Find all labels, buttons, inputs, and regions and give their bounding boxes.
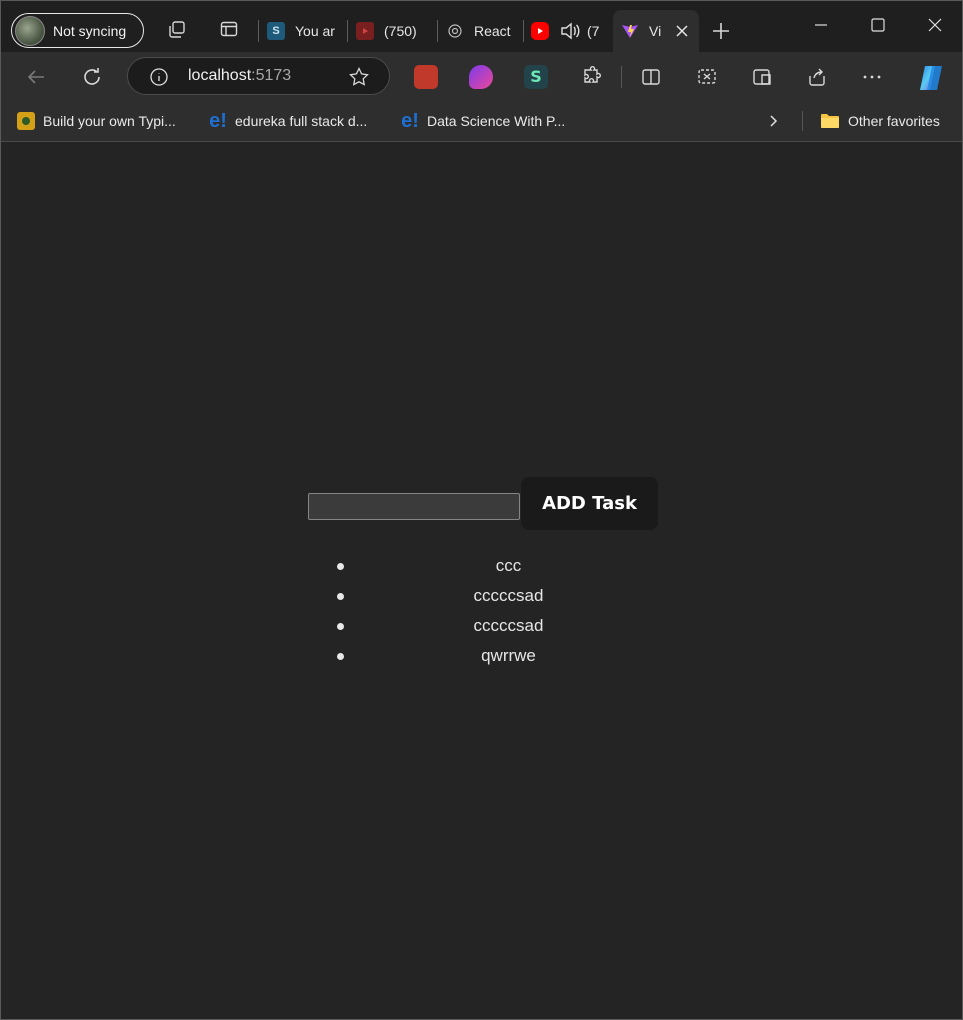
- workspaces-icon[interactable]: [167, 19, 187, 39]
- bookmark-typing[interactable]: Build your own Typi...: [17, 109, 176, 133]
- youtube-icon: [531, 22, 549, 40]
- tab-youtube-750[interactable]: (750): [356, 13, 434, 49]
- openai-icon: [446, 22, 464, 40]
- back-arrow-icon[interactable]: [25, 66, 47, 88]
- tab-vite-active[interactable]: Vi: [613, 10, 699, 52]
- more-options-icon[interactable]: [861, 66, 883, 88]
- tab-label: React: [474, 23, 511, 39]
- list-item: cccccsad: [337, 581, 681, 611]
- task-text: cccccsad: [473, 616, 544, 635]
- task-text: qwrrwe: [481, 646, 536, 665]
- close-tab-icon[interactable]: [675, 24, 689, 38]
- other-favorites-folder[interactable]: Other favorites: [820, 109, 940, 133]
- browser-window: Not syncing S You ar (750) React (7 Vi l…: [0, 0, 963, 1020]
- tab-bar: Not syncing S You ar (750) React (7 Vi: [1, 1, 962, 52]
- maximize-icon[interactable]: [868, 15, 888, 35]
- tab-label: (750): [384, 23, 417, 39]
- favorites-bar: Build your own Typi... e! edureka full s…: [1, 102, 962, 142]
- task-text: ccc: [495, 556, 522, 575]
- new-tab-icon[interactable]: [711, 21, 731, 41]
- web-capture-icon[interactable]: [696, 66, 718, 88]
- share-icon[interactable]: [806, 66, 828, 88]
- task-text: cccccsad: [473, 586, 544, 605]
- bookmark-label: Data Science With P...: [427, 113, 566, 129]
- extension-p-icon[interactable]: [469, 65, 493, 89]
- bookmarks-separator: [802, 111, 803, 131]
- tab-react[interactable]: React: [446, 13, 518, 49]
- edureka-icon: e!: [209, 109, 227, 132]
- bookmark-label: edureka full stack d...: [235, 113, 368, 129]
- extension-paw-icon[interactable]: [414, 65, 438, 89]
- tab-label: (7: [587, 23, 600, 39]
- tab-sonarqube[interactable]: S You ar: [267, 13, 341, 49]
- extensions-puzzle-icon[interactable]: [580, 66, 602, 88]
- tab-separator: [523, 20, 524, 42]
- tab-actions-icon[interactable]: [219, 19, 239, 39]
- tab-separator: [258, 20, 259, 42]
- url-host: localhost: [188, 67, 252, 84]
- navigation-toolbar: localhost:5173 S: [1, 52, 962, 102]
- task-list: ccc cccccsad cccccsad qwrrwe: [337, 551, 681, 671]
- page-content: ADD Task ccc cccccsad cccccsad qwrrwe: [1, 143, 962, 1019]
- youtube-icon: [356, 22, 374, 40]
- tab-separator: [437, 20, 438, 42]
- speaker-icon[interactable]: [559, 21, 581, 41]
- list-item: qwrrwe: [337, 641, 681, 671]
- info-icon[interactable]: [149, 67, 169, 87]
- list-item: ccc: [337, 551, 681, 581]
- copilot-icon[interactable]: [916, 63, 946, 93]
- edureka-icon: e!: [401, 109, 419, 132]
- tab-separator: [347, 20, 348, 42]
- s-logo-icon: S: [267, 22, 285, 40]
- split-screen-icon[interactable]: [640, 66, 662, 88]
- refresh-icon[interactable]: [81, 66, 103, 88]
- favorite-star-icon[interactable]: [348, 66, 370, 88]
- add-task-button[interactable]: ADD Task: [521, 477, 658, 530]
- toolbar-separator: [621, 66, 622, 88]
- tab-label: You ar: [295, 23, 335, 39]
- profile-button[interactable]: Not syncing: [11, 13, 144, 48]
- tab-youtube-audio[interactable]: (7: [531, 13, 611, 49]
- close-window-icon[interactable]: [925, 15, 945, 35]
- collections-icon[interactable]: [751, 66, 773, 88]
- task-input[interactable]: [308, 493, 520, 520]
- extension-s-icon[interactable]: S: [524, 65, 548, 89]
- tab-label: Vi: [649, 23, 662, 39]
- address-bar[interactable]: localhost:5173: [127, 57, 390, 95]
- avatar: [15, 15, 45, 46]
- profile-label: Not syncing: [53, 22, 127, 39]
- typing-site-icon: [17, 112, 35, 130]
- chevron-right-icon[interactable]: [765, 113, 781, 129]
- folder-icon: [821, 114, 839, 128]
- other-favorites-label: Other favorites: [848, 113, 940, 129]
- url-port: :5173: [251, 67, 292, 84]
- bookmark-edureka-fullstack[interactable]: e! edureka full stack d...: [209, 109, 367, 133]
- bookmark-label: Build your own Typi...: [43, 113, 176, 129]
- vite-icon: [621, 22, 639, 40]
- bookmark-data-science[interactable]: e! Data Science With P...: [401, 109, 565, 133]
- list-item: cccccsad: [337, 611, 681, 641]
- minimize-icon[interactable]: [811, 15, 831, 35]
